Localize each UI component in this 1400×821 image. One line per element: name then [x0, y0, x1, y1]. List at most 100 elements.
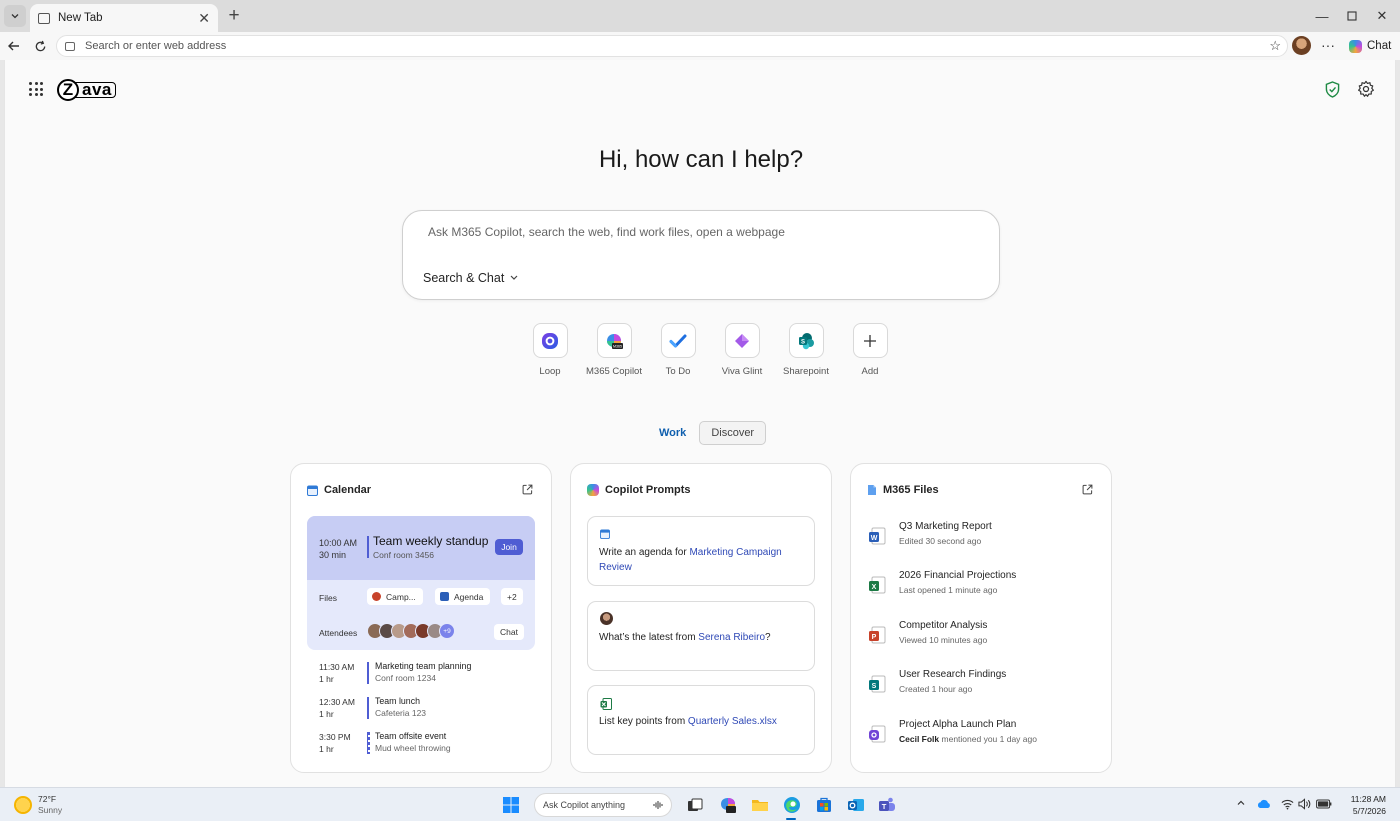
copilot-chat-button[interactable]: Chat	[1343, 35, 1396, 57]
search-input[interactable]: Ask M365 Copilot, search the web, find w…	[428, 225, 785, 239]
file-item[interactable]: Project Alpha Launch Plan Cecil Folk men…	[867, 719, 1099, 753]
event-time: 12:30 AM 1 hr	[319, 697, 355, 719]
search-mode-dropdown[interactable]: Search & Chat	[423, 271, 518, 285]
meeting-title: Team weekly standup	[373, 534, 489, 548]
svg-text:S: S	[801, 339, 805, 345]
open-external-icon[interactable]	[1082, 484, 1093, 495]
tab-discover[interactable]: Discover	[699, 421, 767, 445]
viva-glint-icon	[735, 333, 749, 348]
calendar-event[interactable]: 12:30 AM 1 hr Team lunch Cafeteria 123	[319, 696, 539, 724]
excel-file-icon	[600, 698, 612, 710]
shield-check-icon[interactable]	[1325, 81, 1340, 98]
refresh-icon	[35, 40, 45, 51]
teams-icon[interactable]: T	[878, 796, 896, 814]
file-name: Project Alpha Launch Plan	[899, 719, 1017, 730]
browser-tab-new-tab[interactable]: New Tab ✕	[30, 4, 218, 32]
loop-file-icon	[869, 725, 886, 743]
event-title: Marketing team planning	[375, 661, 472, 671]
file-item[interactable]: W Q3 Marketing Report Edited 30 second a…	[867, 521, 1099, 555]
system-clock[interactable]: 11:28 AM 5/7/2026	[1338, 793, 1386, 817]
task-view-icon[interactable]	[686, 796, 704, 814]
file-meta: Cecil Folk mentioned you 1 day ago	[899, 734, 1037, 744]
quick-app-label: To Do	[665, 366, 691, 377]
quick-app-viva-glint[interactable]: Viva Glint	[710, 323, 774, 377]
sharepoint-icon: S	[799, 332, 814, 349]
file-meta: Edited 30 second ago	[899, 536, 982, 546]
onedrive-icon[interactable]	[1257, 798, 1271, 810]
open-external-icon[interactable]	[522, 484, 533, 495]
copilot-search-box[interactable]: Ask M365 Copilot, search the web, find w…	[402, 210, 1000, 300]
refresh-button[interactable]	[30, 36, 50, 56]
plus-icon	[864, 334, 876, 347]
copilot-prompts-card: Copilot Prompts Write an agenda for Mark…	[570, 463, 832, 773]
quick-app-add[interactable]: Add	[838, 323, 902, 377]
close-tab-icon[interactable]: ✕	[198, 10, 210, 27]
file-item[interactable]: S User Research Findings Created 1 hour …	[867, 669, 1099, 703]
browser-toolbar: Search or enter web address ☆ ··· Chat	[0, 32, 1400, 60]
back-button[interactable]	[4, 36, 24, 56]
calendar-event[interactable]: 3:30 PM 1 hr Team offsite event Mud wheel…	[319, 731, 539, 759]
app-launcher-icon[interactable]	[29, 82, 43, 96]
quick-app-to-do[interactable]: To Do	[646, 323, 710, 377]
file-item[interactable]: X 2026 Financial Projections Last opened…	[867, 570, 1099, 604]
prompt-suggestion[interactable]: What’s the latest from Serena Ribeiro?	[587, 601, 815, 671]
address-bar[interactable]: Search or enter web address ☆	[56, 35, 1288, 57]
svg-text:P: P	[872, 634, 877, 641]
close-window-button[interactable]: ✕	[1362, 5, 1400, 27]
prompt-suggestion[interactable]: List key points from Quarterly Sales.xls…	[587, 685, 815, 755]
outlook-icon[interactable]	[847, 796, 865, 814]
active-app-indicator	[786, 818, 796, 820]
page-info-icon[interactable]	[65, 41, 75, 51]
m365-copilot-app-icon[interactable]	[719, 796, 737, 814]
word-file-icon: W	[869, 527, 886, 545]
chevron-up-icon	[1237, 800, 1245, 805]
loop-icon	[542, 332, 558, 349]
new-tab-page: Z ava Hi, how can I help? Ask M365 Copil…	[4, 60, 1396, 787]
windows-start-icon[interactable]	[502, 796, 520, 814]
taskbar-search[interactable]: Ask Copilot anything	[534, 793, 672, 817]
more-files-chip[interactable]: +2	[501, 588, 523, 605]
weather-widget[interactable]: 72°F Sunny	[14, 794, 62, 816]
attendees-label: Attendees	[319, 628, 358, 638]
feed-tabs: Work Discover	[648, 421, 767, 445]
profile-avatar[interactable]	[1292, 36, 1311, 55]
battery-icon[interactable]	[1316, 798, 1332, 810]
quick-app-label: Viva Glint	[721, 366, 763, 377]
calendar-event[interactable]: 11:30 AM 1 hr Marketing team planning Con…	[319, 661, 539, 689]
more-options-button[interactable]: ···	[1320, 36, 1336, 56]
meeting-file-chip[interactable]: Camp...	[367, 588, 423, 605]
file-name: Q3 Marketing Report	[899, 521, 992, 532]
chevron-down-icon	[11, 14, 19, 19]
tab-actions-menu-button[interactable]	[4, 5, 26, 27]
files-label: Files	[319, 593, 337, 603]
taskbar-search-input[interactable]: Ask Copilot anything	[543, 800, 653, 810]
settings-gear-icon[interactable]	[1357, 80, 1375, 98]
address-input[interactable]: Search or enter web address	[85, 40, 1269, 52]
voice-icon[interactable]	[653, 800, 663, 810]
more-attendees-badge: +9	[439, 623, 455, 639]
clock-date: 5/7/2026	[1352, 806, 1386, 816]
tab-work[interactable]: Work	[648, 421, 697, 445]
microsoft-store-icon[interactable]	[815, 796, 833, 814]
quick-app-m365-copilot[interactable]: M365 M365 Copilot	[582, 323, 646, 377]
powerpoint-file-icon	[372, 592, 381, 601]
event-time: 11:30 AM 1 hr	[319, 662, 355, 684]
new-tab-button[interactable]: +	[224, 6, 244, 26]
wifi-icon[interactable]	[1281, 798, 1294, 810]
quick-app-loop[interactable]: Loop	[518, 323, 582, 377]
file-item[interactable]: P Competitor Analysis Viewed 10 minutes …	[867, 620, 1099, 654]
quick-app-sharepoint[interactable]: S Sharepoint	[774, 323, 838, 377]
file-explorer-icon[interactable]	[751, 796, 769, 814]
show-hidden-icons-chevron[interactable]	[1236, 798, 1246, 811]
join-meeting-button[interactable]: Join	[495, 539, 523, 555]
person-avatar	[600, 612, 613, 625]
meeting-chat-button[interactable]: Chat	[494, 624, 524, 640]
featured-meeting[interactable]: 10:00 AM 30 min Team weekly standup Conf…	[307, 516, 535, 650]
prompt-suggestion[interactable]: Write an agenda for Marketing Campaign R…	[587, 516, 815, 586]
quick-app-label: Sharepoint	[783, 366, 829, 377]
favorite-star-icon[interactable]: ☆	[1269, 38, 1281, 54]
meeting-file-chip[interactable]: Agenda	[435, 588, 491, 605]
volume-icon[interactable]	[1298, 798, 1311, 810]
attendee-avatars[interactable]: +9	[367, 623, 455, 639]
edge-browser-icon[interactable]	[783, 796, 801, 814]
